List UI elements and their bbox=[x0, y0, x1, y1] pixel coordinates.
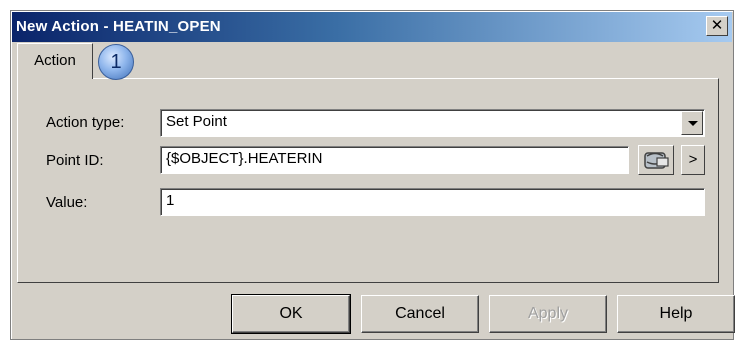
action-type-select[interactable]: Set Point bbox=[160, 109, 705, 137]
apply-button-label: Apply bbox=[527, 305, 569, 322]
point-more-button[interactable]: > bbox=[681, 145, 705, 175]
tab-action-label: Action bbox=[34, 52, 76, 69]
database-browse-icon bbox=[644, 152, 669, 169]
chevron-down-icon[interactable] bbox=[681, 111, 703, 135]
action-type-label: Action type: bbox=[46, 114, 125, 131]
apply-button[interactable]: Apply bbox=[489, 295, 607, 333]
help-button-label: Help bbox=[659, 305, 693, 322]
point-browse-button[interactable] bbox=[638, 145, 674, 175]
tab-action[interactable]: Action bbox=[17, 43, 93, 79]
dialog-title: New Action - HEATIN_OPEN bbox=[16, 18, 221, 35]
value-label: Value: bbox=[46, 194, 88, 211]
title-bar[interactable]: New Action - HEATIN_OPEN ✕ bbox=[12, 12, 732, 42]
chevron-right-icon: > bbox=[688, 151, 698, 168]
step-badge: 1 bbox=[98, 44, 134, 80]
point-id-label: Point ID: bbox=[46, 152, 104, 169]
cancel-button-label: Cancel bbox=[395, 305, 445, 322]
step-badge-number: 1 bbox=[110, 51, 122, 73]
cancel-button[interactable]: Cancel bbox=[361, 295, 479, 333]
action-type-value: Set Point bbox=[166, 113, 227, 130]
close-icon: ✕ bbox=[710, 17, 724, 34]
ok-button-label: OK bbox=[279, 305, 303, 322]
value-field[interactable]: 1 bbox=[160, 188, 705, 216]
point-id-value: {$OBJECT}.HEATERIN bbox=[166, 150, 323, 167]
point-id-field[interactable]: {$OBJECT}.HEATERIN bbox=[160, 146, 629, 174]
value-input-text: 1 bbox=[166, 192, 175, 209]
ok-button[interactable]: OK bbox=[231, 294, 351, 334]
close-button[interactable]: ✕ bbox=[706, 16, 728, 36]
help-button[interactable]: Help bbox=[617, 295, 735, 333]
